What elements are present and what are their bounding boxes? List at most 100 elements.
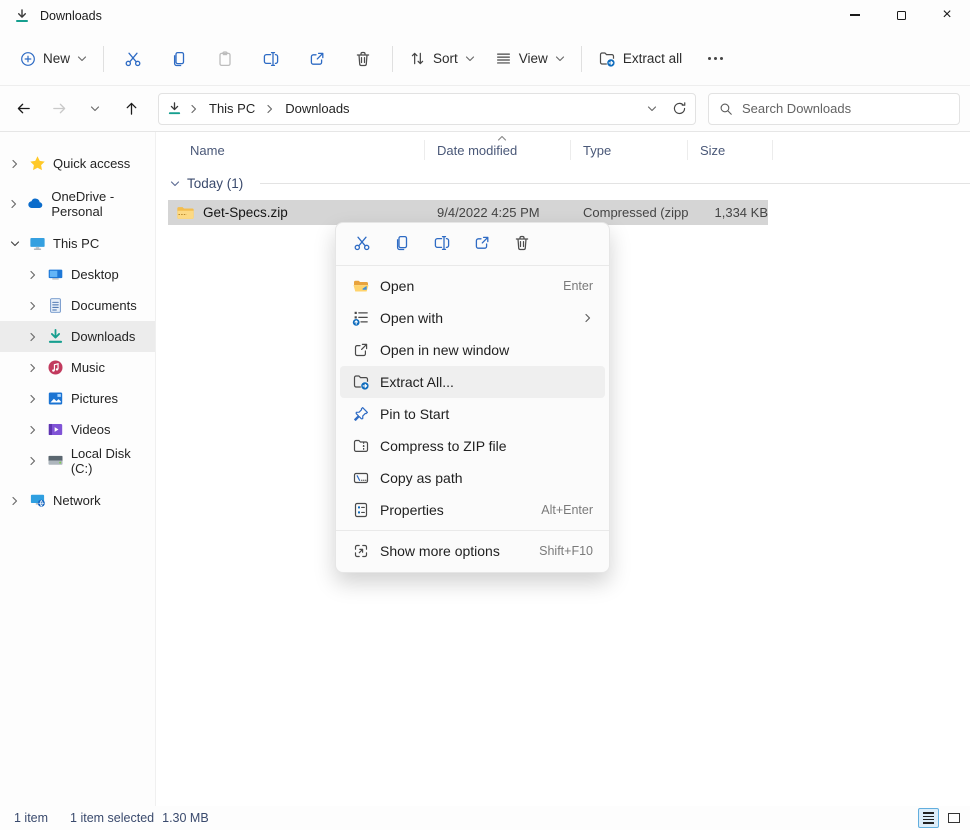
search-input[interactable]	[742, 101, 949, 116]
breadcrumb-downloads[interactable]: Downloads	[282, 99, 352, 118]
open-with-icon	[352, 309, 370, 327]
chevron-right-icon[interactable]	[26, 456, 40, 466]
up-button[interactable]	[114, 93, 148, 125]
sidebar-item-videos[interactable]: Videos	[0, 414, 155, 445]
menu-item-open-with[interactable]: Open with	[340, 302, 605, 334]
menu-item-compress-to-zip[interactable]: Compress to ZIP file	[340, 430, 605, 462]
sidebar-item-documents[interactable]: Documents	[0, 290, 155, 321]
chevron-right-icon[interactable]	[26, 270, 40, 280]
group-header-today[interactable]: Today (1)	[168, 176, 970, 191]
chevron-right-icon[interactable]	[8, 496, 22, 506]
zip-compress-icon	[352, 437, 370, 455]
sidebar-item-desktop[interactable]: Desktop	[0, 259, 155, 290]
sidebar-item-label: Desktop	[71, 267, 119, 282]
search-box[interactable]	[708, 93, 960, 125]
menu-separator	[336, 530, 609, 531]
view-button[interactable]: View	[485, 42, 575, 75]
shortcut-label: Shift+F10	[539, 544, 593, 558]
shortcut-label: Enter	[563, 279, 593, 293]
toolbar-separator	[103, 46, 104, 72]
sort-button[interactable]: Sort	[399, 42, 485, 75]
sidebar-item-label: Music	[71, 360, 105, 375]
menu-item-properties[interactable]: Properties Alt+Enter	[340, 494, 605, 526]
sidebar-item-network[interactable]: Network	[0, 485, 155, 516]
chevron-right-icon[interactable]	[26, 332, 40, 342]
share-button[interactable]	[294, 40, 340, 78]
address-dropdown-icon[interactable]	[647, 104, 657, 114]
column-header-size[interactable]: Size	[688, 140, 773, 160]
chevron-right-icon[interactable]	[26, 301, 40, 311]
file-name-cell[interactable]: Get-Specs.zip	[168, 205, 425, 221]
menu-item-show-more-options[interactable]: Show more options Shift+F10	[340, 535, 605, 567]
delete-button[interactable]	[502, 227, 542, 259]
downloads-icon	[14, 8, 30, 24]
paste-button[interactable]	[202, 40, 248, 78]
sidebar-item-onedrive[interactable]: OneDrive - Personal	[0, 188, 155, 219]
new-button[interactable]: New	[10, 43, 97, 75]
menu-item-open[interactable]: Open Enter	[340, 270, 605, 302]
this-pc-icon	[29, 235, 46, 252]
sidebar-item-pictures[interactable]: Pictures	[0, 383, 155, 414]
recent-locations-button[interactable]	[78, 93, 112, 125]
more-options-button[interactable]	[692, 40, 738, 78]
group-collapse-icon[interactable]	[170, 179, 180, 189]
rename-button[interactable]	[422, 227, 462, 259]
context-quick-actions	[336, 223, 609, 263]
group-divider	[260, 183, 970, 184]
sort-button-label: Sort	[433, 51, 458, 66]
menu-item-open-in-new-window[interactable]: Open in new window	[340, 334, 605, 366]
new-button-label: New	[43, 51, 70, 66]
close-button[interactable]: ×	[924, 0, 970, 30]
maximize-button[interactable]	[878, 0, 924, 30]
sidebar-item-label: Downloads	[71, 329, 135, 344]
share-button[interactable]	[462, 227, 502, 259]
sidebar-item-quick-access[interactable]: Quick access	[0, 148, 155, 179]
address-bar[interactable]: This PC Downloads	[158, 93, 696, 125]
column-header-name[interactable]: Name	[168, 140, 425, 160]
chevron-right-icon[interactable]	[26, 425, 40, 435]
sidebar-item-local-disk[interactable]: Local Disk (C:)	[0, 445, 155, 476]
back-button[interactable]	[6, 93, 40, 125]
paste-icon	[216, 50, 234, 68]
minimize-button[interactable]	[832, 0, 878, 30]
thumbnail-view-toggle[interactable]	[943, 808, 964, 828]
sidebar-item-downloads[interactable]: Downloads	[0, 321, 155, 352]
titlebar: Downloads ×	[0, 0, 970, 32]
zip-folder-icon	[176, 205, 195, 221]
column-header-type[interactable]: Type	[571, 140, 688, 160]
toolbar-separator	[581, 46, 582, 72]
details-view-toggle[interactable]	[918, 808, 939, 828]
menu-item-pin-to-start[interactable]: Pin to Start	[340, 398, 605, 430]
sidebar-item-music[interactable]: Music	[0, 352, 155, 383]
delete-button[interactable]	[340, 40, 386, 78]
chevron-down-icon[interactable]	[8, 239, 22, 249]
refresh-button[interactable]	[672, 101, 687, 116]
breadcrumb-chevron-icon	[265, 104, 275, 114]
chevron-right-icon[interactable]	[26, 363, 40, 373]
rename-button[interactable]	[248, 40, 294, 78]
copy-button[interactable]	[156, 40, 202, 78]
menu-item-extract-all[interactable]: Extract All...	[340, 366, 605, 398]
file-name: Get-Specs.zip	[203, 205, 288, 220]
extract-all-icon	[352, 373, 370, 391]
menu-separator	[336, 265, 609, 266]
file-size-cell: 1,334 KB	[688, 205, 768, 220]
cut-button[interactable]	[342, 227, 382, 259]
submenu-chevron-icon	[583, 313, 593, 323]
menu-item-copy-as-path[interactable]: Copy as path	[340, 462, 605, 494]
pictures-icon	[47, 390, 64, 407]
breadcrumb-this-pc[interactable]: This PC	[206, 99, 258, 118]
forward-button[interactable]	[42, 93, 76, 125]
documents-icon	[47, 297, 64, 314]
chevron-right-icon[interactable]	[8, 199, 20, 209]
sidebar-item-label: Pictures	[71, 391, 118, 406]
copy-button[interactable]	[382, 227, 422, 259]
column-header-date-modified[interactable]: Date modified	[425, 140, 571, 160]
extract-all-button[interactable]: Extract all	[588, 42, 692, 76]
item-count: 1 item	[14, 811, 48, 825]
cut-button[interactable]	[110, 40, 156, 78]
chevron-right-icon[interactable]	[8, 159, 22, 169]
group-label: Today (1)	[187, 176, 243, 191]
sidebar-item-this-pc[interactable]: This PC	[0, 228, 155, 259]
chevron-right-icon[interactable]	[26, 394, 40, 404]
